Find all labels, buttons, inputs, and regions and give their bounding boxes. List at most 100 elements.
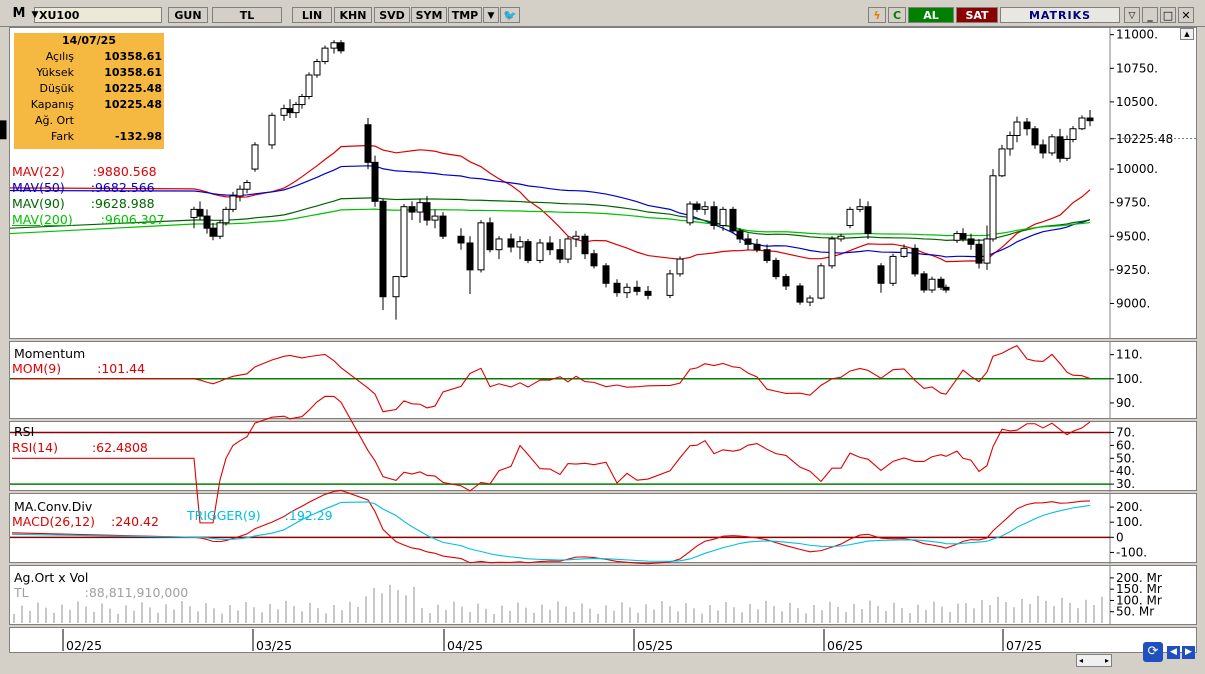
momentum-tick-label: 90. (1116, 396, 1135, 410)
mav90-line (9, 197, 1091, 241)
info-value: 10358.61 (104, 50, 162, 63)
candle (1013, 121, 1021, 136)
legend-name: RSI(14) (12, 440, 58, 455)
legend-name: TRIGGER(9) (187, 508, 261, 523)
candle (486, 222, 494, 251)
candle (959, 233, 967, 240)
candle (196, 208, 204, 217)
price-tick-label: 10225.48 (1116, 132, 1173, 146)
candle (644, 290, 652, 296)
ohlc-info-box: 14/07/25 Açılış 10358.61 Yüksek 10358.61 D… (14, 33, 164, 149)
date-tick-label: 04/25 (447, 638, 483, 653)
date-tick-label: 07/25 (1006, 638, 1042, 653)
macd-tick-label: 200. (1116, 500, 1143, 514)
candle (371, 161, 379, 202)
candle (222, 208, 230, 224)
info-row-high: Yüksek 10358.61 (14, 65, 164, 81)
date-tick-label: 03/25 (256, 638, 292, 653)
candle (998, 148, 1006, 177)
legend-mav90: MAV(90):9628.988 (12, 197, 155, 211)
nav-left-icon[interactable]: ◀ (1167, 646, 1180, 659)
legend-name: MAV(50) (12, 180, 65, 195)
candle (216, 222, 224, 237)
momentum-title: Momentum (14, 346, 86, 361)
candle (900, 247, 908, 257)
candle (1031, 128, 1039, 146)
price-tick-label: 10000. (1116, 162, 1158, 176)
legend-value: :240.42 (111, 514, 159, 529)
candle (928, 278, 936, 291)
macd-line (11, 489, 1091, 565)
horizontal-scrollbar[interactable]: ◂ ▸ (1076, 654, 1112, 667)
candle (564, 238, 572, 260)
nav-right-icon[interactable]: ▶ (1182, 646, 1195, 659)
volume-title: Ag.Ort x Vol (14, 570, 89, 585)
scroll-right-icon[interactable]: ▸ (1105, 655, 1109, 666)
candle (828, 238, 836, 267)
legend-value: :9682.566 (90, 180, 155, 195)
macd-chart: 200.100.0-100. (10, 489, 1147, 565)
candle (623, 286, 631, 294)
candle (313, 61, 321, 76)
candle (666, 273, 674, 296)
date-tick-label: 02/25 (66, 638, 102, 653)
candle (516, 241, 524, 248)
candle (209, 227, 217, 237)
candle (942, 286, 950, 291)
legend-value: :62.4808 (91, 440, 148, 455)
info-value (78, 113, 164, 129)
candle (1063, 139, 1071, 159)
legend-name: MACD(26,12) (12, 514, 96, 529)
candle (392, 276, 400, 298)
candle (330, 42, 338, 49)
candle (379, 200, 387, 298)
candle (729, 208, 737, 232)
candle (236, 188, 244, 197)
candle (975, 243, 983, 264)
trigger-line (11, 501, 1091, 562)
scroll-left-icon[interactable]: ◂ (1079, 655, 1083, 666)
candle (305, 74, 313, 97)
legend-volume: TL:88,811,910,000 (14, 586, 188, 600)
legend-mom: MOM(9):101.44 (12, 362, 145, 376)
candle (856, 206, 864, 210)
candle (321, 47, 329, 63)
candle (1086, 117, 1094, 122)
momentum-tick-label: 110. (1116, 348, 1143, 362)
candle (676, 258, 684, 275)
candle (457, 235, 465, 244)
candle (1048, 136, 1056, 154)
price-tick-label: 9000. (1116, 296, 1150, 310)
info-date: 14/07/25 (62, 34, 116, 47)
rsi-chart: 70.60.50.40.30. (10, 395, 1135, 524)
sync-icon[interactable]: ⟳ (1143, 642, 1163, 662)
candle (710, 206, 718, 226)
candle (268, 114, 276, 146)
rsi-tick-label: 50. (1116, 451, 1135, 465)
rsi-title: RSI (14, 424, 35, 439)
info-key: Yüksek (36, 66, 74, 79)
info-row-diff: Fark -132.98 (14, 129, 164, 145)
candle (280, 108, 288, 116)
rsi-tick-label: 30. (1116, 477, 1135, 491)
candle (1069, 128, 1077, 140)
rsi-tick-label: 70. (1116, 425, 1135, 439)
legend-name: MAV(90) (12, 196, 65, 211)
candle (736, 230, 744, 240)
candle (613, 282, 621, 294)
info-row-low: Düşük 10225.48 (14, 81, 164, 97)
candle (846, 208, 854, 226)
chart-canvas: 11000. 10750. 10500. 10225.48 10000. 9750. 950… (0, 27, 1197, 653)
legend-name: TL (14, 585, 29, 600)
candle (546, 242, 554, 251)
candle (782, 276, 790, 287)
legend-value: :101.44 (97, 361, 146, 376)
candle (251, 144, 259, 170)
legend-mav22: MAV(22):9880.568 (12, 165, 157, 179)
candle (416, 202, 424, 213)
candle (864, 206, 872, 235)
scroll-up-icon[interactable]: ▲ (1180, 28, 1194, 40)
date-tick-label: 06/25 (827, 638, 863, 653)
info-value: 10358.61 (104, 66, 162, 79)
macd-tick-label: 0 (1116, 530, 1124, 544)
